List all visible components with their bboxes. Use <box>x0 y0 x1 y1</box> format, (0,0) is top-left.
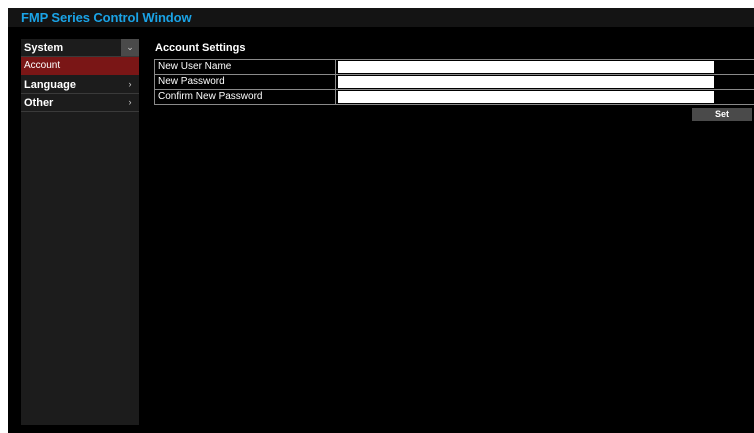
sidebar-item-label: Language <box>24 79 76 91</box>
field-label: New Password <box>158 76 225 87</box>
section-title: Account Settings <box>155 42 246 54</box>
sidebar-item-label: Other <box>24 97 54 109</box>
column-divider <box>335 75 336 89</box>
sidebar-item-other[interactable]: Other › <box>21 94 139 112</box>
sidebar: System ⌄ Account Language › Other › <box>21 39 139 425</box>
form-row-new-user-name: New User Name <box>154 60 754 75</box>
column-divider <box>335 60 336 74</box>
new-user-name-input[interactable] <box>338 61 714 73</box>
form-row-new-password: New Password <box>154 75 754 90</box>
column-divider <box>335 90 336 104</box>
sidebar-item-system[interactable]: System ⌄ <box>21 39 139 57</box>
chevron-down-icon[interactable]: ⌄ <box>121 39 139 56</box>
field-label: Confirm New Password <box>158 91 263 102</box>
sidebar-item-label: System <box>24 42 64 54</box>
window-title: FMP Series Control Window <box>21 10 192 25</box>
account-settings-form: New User Name New Password Confirm New P… <box>154 59 754 105</box>
form-row-confirm-password: Confirm New Password <box>154 90 754 105</box>
set-button[interactable]: Set <box>692 108 752 121</box>
chevron-right-icon[interactable]: › <box>121 76 139 93</box>
field-label: New User Name <box>158 61 232 72</box>
sidebar-subitem-account[interactable]: Account <box>21 57 139 75</box>
title-bar: FMP Series Control Window <box>8 8 754 27</box>
sidebar-subitem-label: Account <box>24 60 61 71</box>
control-window: FMP Series Control Window System ⌄ Accou… <box>8 8 754 433</box>
new-password-input[interactable] <box>338 76 714 88</box>
chevron-right-icon[interactable]: › <box>121 94 139 111</box>
confirm-password-input[interactable] <box>338 91 714 103</box>
sidebar-item-language[interactable]: Language › <box>21 76 139 94</box>
